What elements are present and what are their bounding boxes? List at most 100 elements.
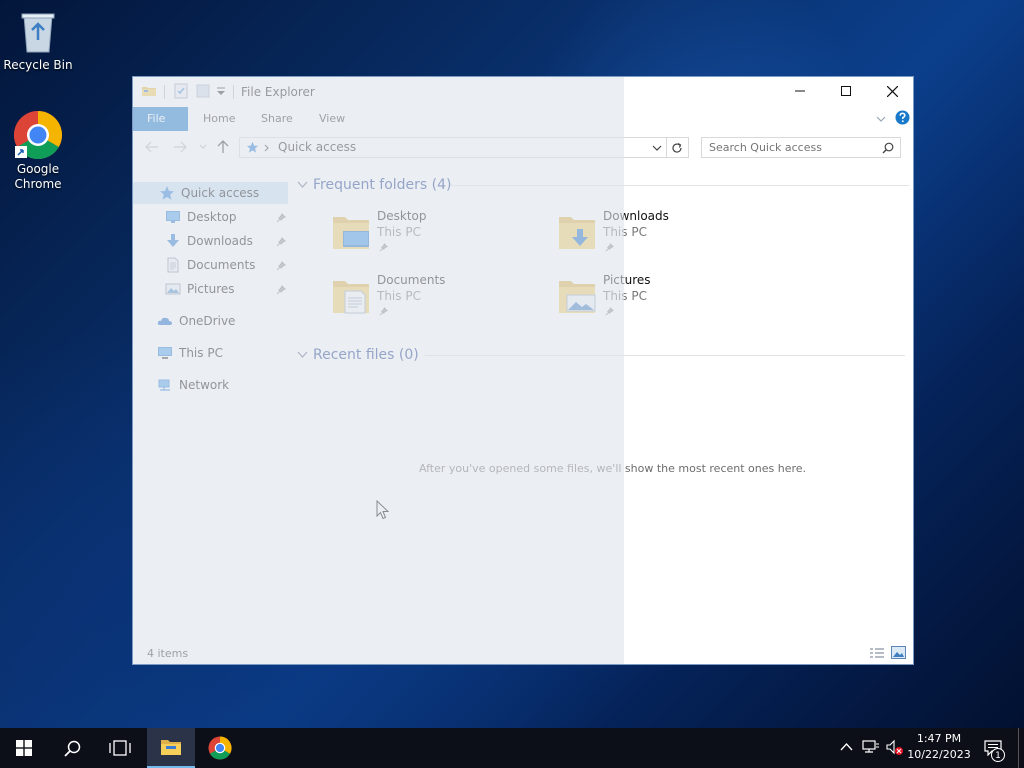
folder-name: Desktop bbox=[377, 209, 427, 223]
downloads-arrow-icon bbox=[167, 234, 179, 247]
address-dropdown-icon[interactable] bbox=[652, 145, 662, 152]
collapse-group-icon[interactable] bbox=[297, 351, 308, 359]
clock-time: 1:47 PM bbox=[916, 732, 962, 745]
search-icon[interactable] bbox=[882, 142, 894, 154]
back-icon[interactable] bbox=[145, 141, 159, 153]
customize-qat-icon[interactable] bbox=[215, 83, 227, 99]
tab-share[interactable]: Share bbox=[247, 107, 307, 131]
pin-icon[interactable] bbox=[276, 213, 286, 223]
network-status-icon[interactable] bbox=[862, 739, 880, 755]
show-desktop-button[interactable] bbox=[1018, 728, 1024, 768]
minimize-icon bbox=[795, 90, 805, 92]
search-input[interactable] bbox=[702, 138, 886, 157]
nav-item-documents[interactable]: Documents bbox=[165, 254, 285, 276]
desktop-icon-recycle-bin[interactable]: Recycle Bin bbox=[0, 8, 76, 73]
properties-icon[interactable] bbox=[173, 83, 189, 99]
windows-logo-icon bbox=[16, 740, 32, 756]
pin-icon bbox=[605, 307, 614, 316]
taskbar: 1:47 PM 10/22/2023 1 bbox=[0, 728, 1024, 768]
nav-item-onedrive[interactable]: OneDrive bbox=[157, 310, 287, 332]
pictures-folder-icon bbox=[559, 281, 596, 313]
nav-item-quick-access[interactable]: Quick access bbox=[159, 182, 288, 204]
recent-files-heading[interactable]: Recent files (0) bbox=[313, 347, 419, 363]
nav-item-label: Pictures bbox=[187, 282, 235, 296]
recycle-bin-icon bbox=[21, 13, 55, 53]
nav-item-label: OneDrive bbox=[179, 314, 236, 328]
address-path[interactable]: Quick access bbox=[278, 140, 356, 154]
system-clock[interactable]: 1:47 PM 10/22/2023 bbox=[904, 731, 974, 763]
nav-item-network[interactable]: Network bbox=[157, 374, 287, 396]
search-icon bbox=[63, 740, 80, 757]
expand-ribbon-icon[interactable] bbox=[876, 115, 886, 123]
folder-location: This PC bbox=[377, 225, 421, 239]
folder-location: This PC bbox=[603, 289, 647, 303]
search-box[interactable] bbox=[701, 137, 901, 158]
address-bar[interactable]: Quick access bbox=[239, 137, 667, 158]
this-pc-icon bbox=[158, 347, 172, 359]
tab-home[interactable]: Home bbox=[189, 107, 249, 131]
maximize-icon bbox=[841, 86, 851, 96]
nav-item-downloads[interactable]: Downloads bbox=[165, 230, 285, 252]
start-button[interactable] bbox=[0, 728, 48, 768]
folder-location: This PC bbox=[377, 289, 421, 303]
desktop-icon-google-chrome[interactable]: Google Chrome bbox=[0, 110, 76, 192]
task-view-button[interactable] bbox=[96, 728, 144, 768]
documents-icon bbox=[167, 257, 179, 273]
collapse-group-icon[interactable] bbox=[297, 181, 308, 189]
nav-item-this-pc[interactable]: This PC bbox=[157, 342, 287, 364]
refresh-button[interactable] bbox=[667, 137, 689, 158]
pin-icon[interactable] bbox=[276, 237, 286, 247]
folder-tile-desktop[interactable]: Desktop This PC bbox=[331, 209, 551, 265]
forward-icon[interactable] bbox=[173, 141, 187, 153]
volume-muted-icon[interactable] bbox=[886, 739, 904, 757]
onedrive-cloud-icon bbox=[157, 317, 172, 325]
nav-item-label: Network bbox=[179, 378, 230, 392]
qat-separator bbox=[233, 85, 234, 99]
maximize-button[interactable] bbox=[823, 77, 869, 105]
desktop-icon-label: Recycle Bin bbox=[3, 58, 73, 72]
pin-icon bbox=[379, 307, 388, 316]
recent-files-empty-message: After you've opened some files, we'll sh… bbox=[419, 462, 807, 475]
minimize-button[interactable] bbox=[777, 77, 823, 105]
nav-item-pictures[interactable]: Pictures bbox=[165, 278, 285, 300]
file-explorer-window[interactable]: File Explorer File Home Share View Quick… bbox=[132, 76, 914, 665]
close-button[interactable] bbox=[869, 77, 913, 105]
folder-tile-documents[interactable]: Documents This PC bbox=[331, 273, 551, 329]
title-bar[interactable]: File Explorer bbox=[133, 77, 913, 107]
action-center-button[interactable]: 1 bbox=[978, 728, 1016, 768]
details-view-icon[interactable] bbox=[869, 647, 885, 659]
tab-view[interactable]: View bbox=[305, 107, 359, 131]
desktop-icon-label: Google Chrome bbox=[14, 162, 62, 191]
pin-icon bbox=[379, 243, 388, 252]
pin-icon bbox=[605, 243, 614, 252]
taskbar-chrome[interactable] bbox=[196, 728, 244, 768]
up-icon[interactable] bbox=[217, 140, 229, 154]
tab-file[interactable]: File bbox=[133, 107, 188, 131]
taskbar-file-explorer[interactable] bbox=[147, 728, 195, 768]
network-icon bbox=[158, 379, 170, 391]
new-folder-icon[interactable] bbox=[195, 83, 211, 99]
qat-separator bbox=[164, 85, 165, 99]
recent-locations-icon[interactable] bbox=[199, 144, 207, 150]
task-view-icon bbox=[109, 740, 131, 756]
nav-item-label: Desktop bbox=[187, 210, 237, 224]
notification-count-badge: 1 bbox=[991, 748, 1005, 762]
folder-name: Pictures bbox=[603, 273, 651, 287]
nav-item-desktop[interactable]: Desktop bbox=[165, 206, 285, 228]
quick-access-star-icon bbox=[160, 186, 174, 200]
pin-icon[interactable] bbox=[276, 285, 286, 295]
nav-item-label: This PC bbox=[179, 346, 223, 360]
show-hidden-icons-icon[interactable] bbox=[840, 742, 853, 752]
large-icons-view-icon[interactable] bbox=[891, 646, 906, 659]
folder-tile-pictures[interactable]: Pictures This PC bbox=[557, 273, 777, 329]
refresh-icon bbox=[672, 142, 682, 153]
search-button[interactable] bbox=[48, 728, 96, 768]
pin-icon[interactable] bbox=[276, 261, 286, 271]
folder-tile-downloads[interactable]: Downloads This PC bbox=[557, 209, 777, 265]
help-icon[interactable] bbox=[895, 110, 910, 125]
breadcrumb-chevron-icon[interactable] bbox=[264, 144, 270, 152]
folder-icon bbox=[142, 87, 156, 96]
folder-name: Documents bbox=[377, 273, 446, 287]
frequent-folders-heading[interactable]: Frequent folders (4) bbox=[313, 177, 452, 193]
nav-item-label: Quick access bbox=[181, 186, 260, 200]
